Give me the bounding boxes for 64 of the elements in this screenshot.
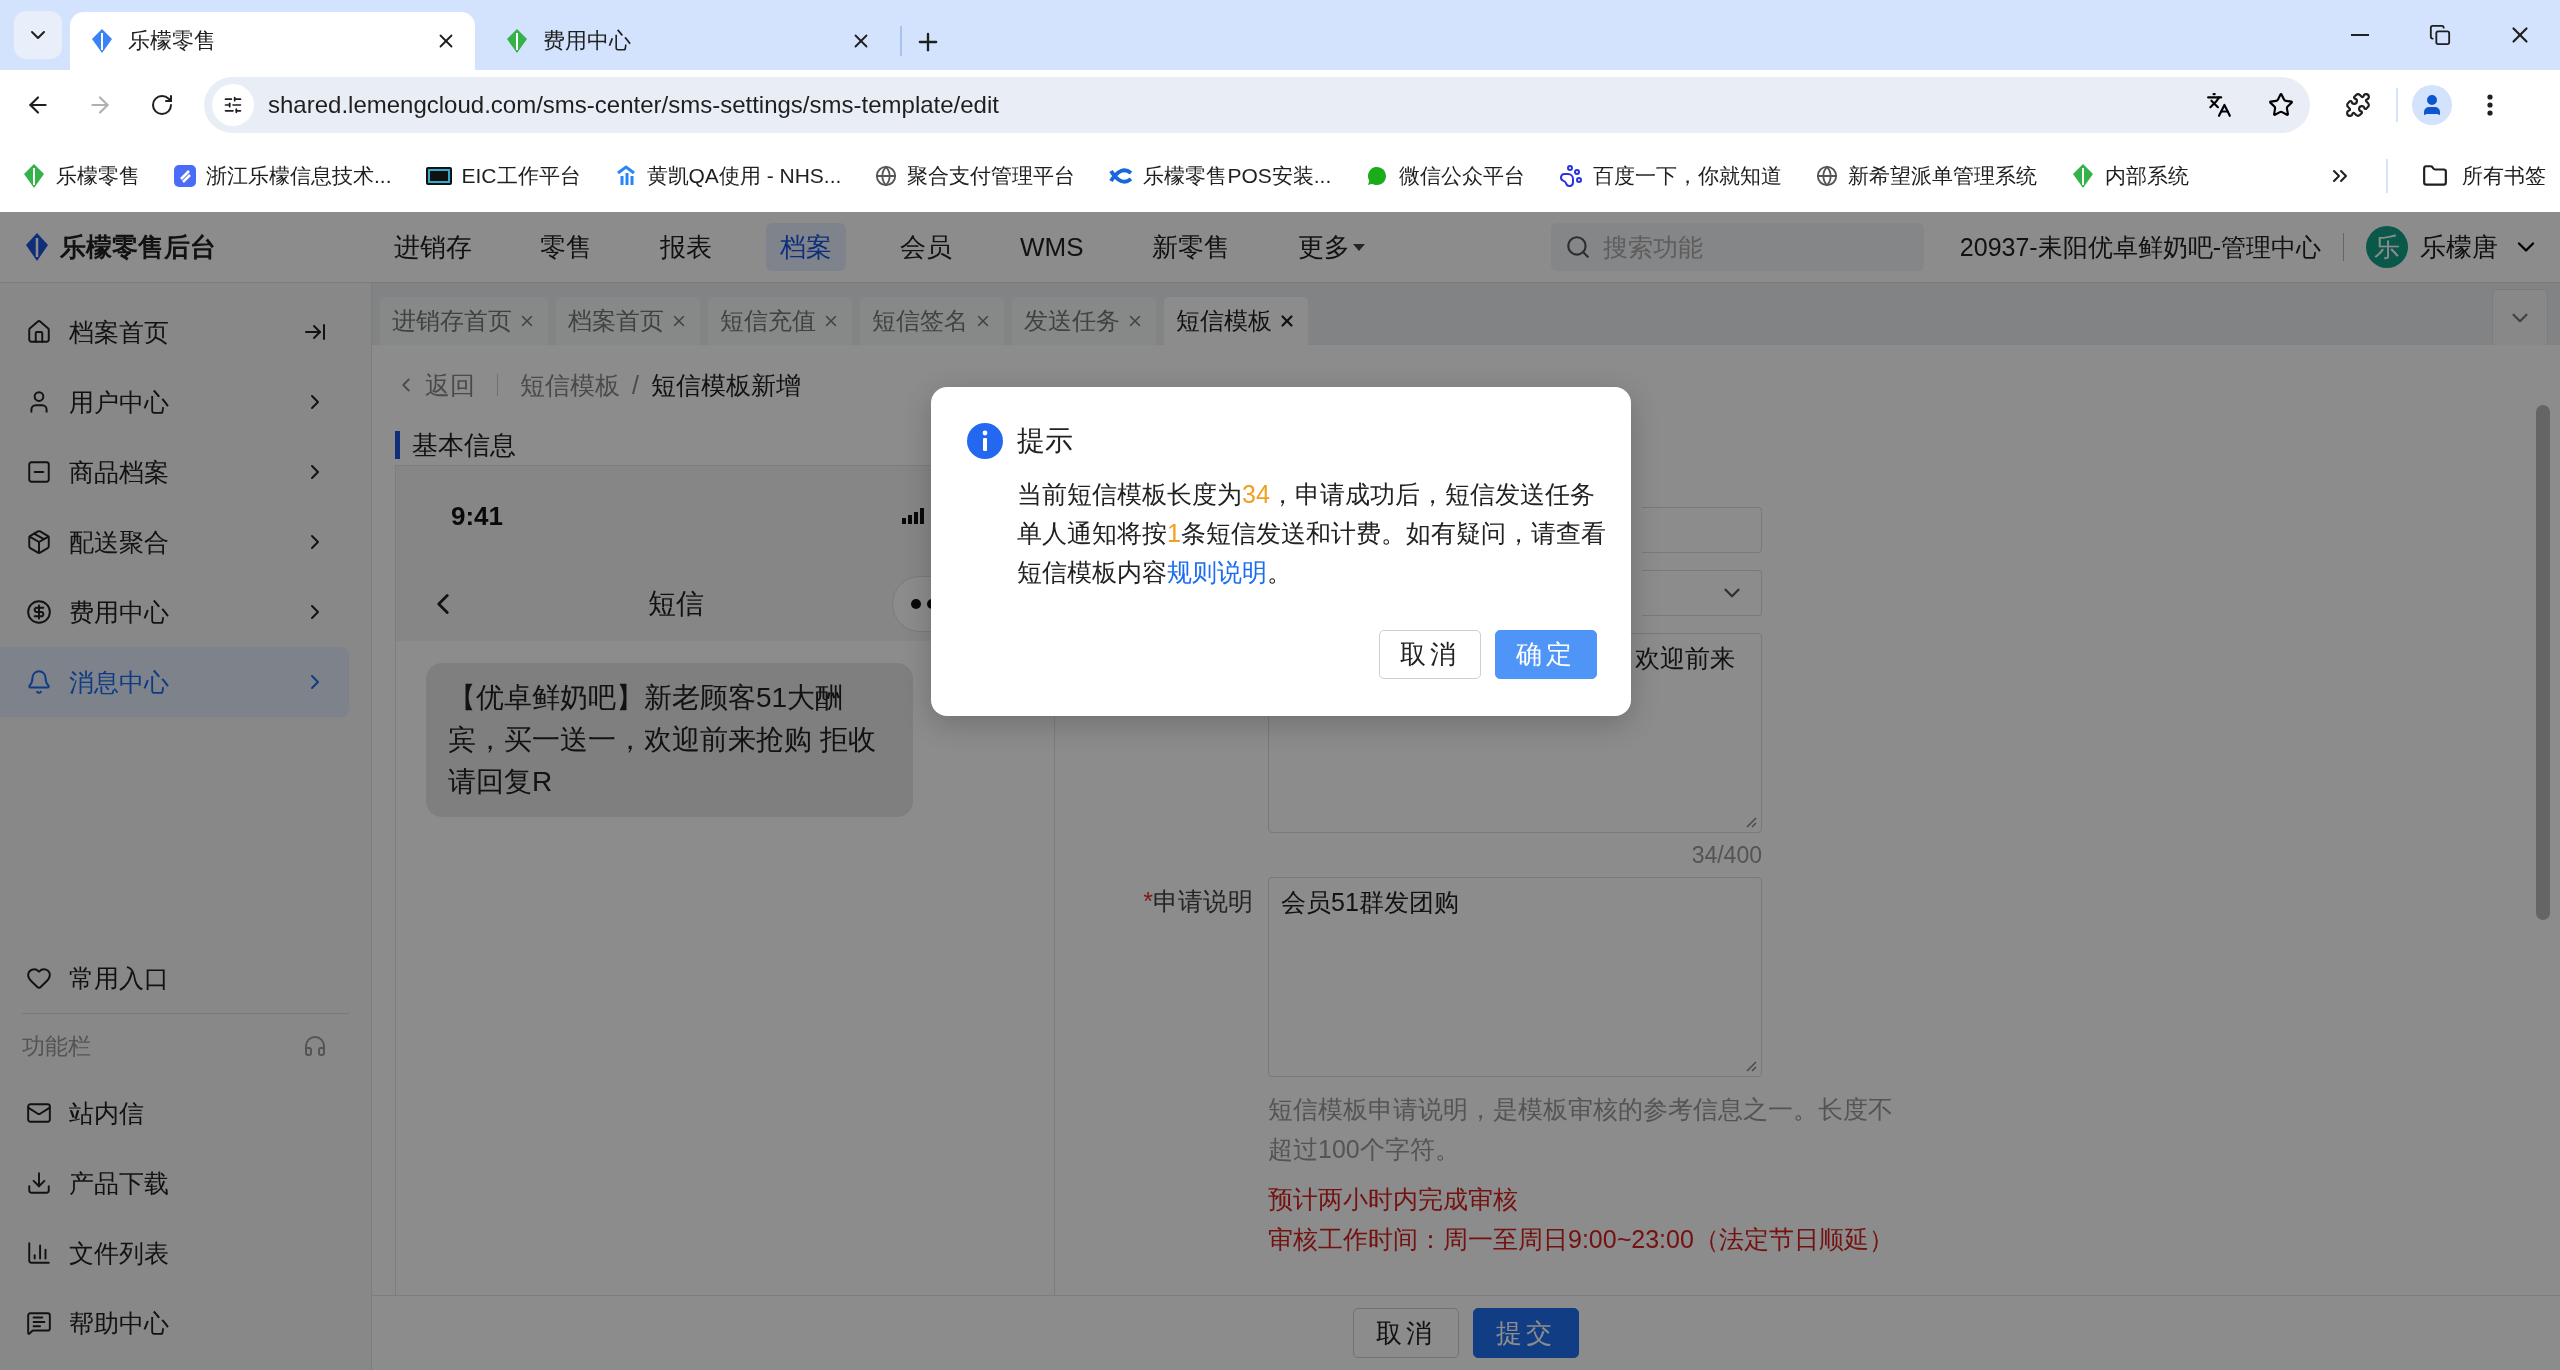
dialog-message: 当前短信模板长度为34，申请成功后，短信发送任务单人通知将按1条短信发送和计费。如有疑问，请查看短信模板内容规则说明。 [1017, 479, 1607, 588]
store-name: 20937-耒阳优卓鲜奶吧-管理中心 [1959, 231, 2321, 263]
nav-item[interactable]: 新零售 [1137, 223, 1244, 271]
browser-tab[interactable]: 费用中心 [485, 12, 890, 70]
sidebar-item[interactable]: 用户中心 [0, 367, 349, 437]
nav-item[interactable]: 零售 [526, 223, 606, 271]
section-title: 基本信息 [412, 428, 516, 462]
char-counter: 34/400 [1691, 841, 1762, 870]
bookmark-link[interactable]: 黄凯QA使用 - NHS... [614, 162, 842, 190]
breadcrumb-separator: / [632, 370, 639, 400]
submit-button[interactable]: 提交 [1473, 1308, 1579, 1358]
bookmark-link[interactable]: 聚合支付管理平台 [875, 162, 1076, 190]
notice-text: 预计两小时内完成审核 [1268, 1184, 1519, 1215]
field-label: *申请说明 [1143, 886, 1254, 917]
dialog-title: 提示 [1017, 424, 1073, 458]
cancel-button[interactable]: 取消 [1353, 1308, 1459, 1358]
page-tab[interactable]: 档案首页 [556, 297, 700, 345]
tab-title: 乐檬零售 [128, 27, 217, 55]
bookmark-link[interactable]: EIC工作平台 [425, 162, 581, 190]
page-tab[interactable]: 发送任务 [1012, 297, 1156, 345]
tab-title: 费用中心 [543, 27, 632, 55]
page-tab[interactable]: 短信签名 [860, 297, 1004, 345]
nav-item[interactable]: 进销存 [380, 223, 486, 271]
sidebar-item[interactable]: 配送聚合 [0, 507, 349, 577]
browser-tab[interactable]: 乐檬零售 [70, 12, 475, 70]
bookmark-link[interactable]: 百度一下，你就知道 [1559, 162, 1783, 190]
nav-item[interactable]: 会员 [886, 223, 966, 271]
reason-textarea[interactable]: 会员51群发团购 [1268, 877, 1762, 1077]
nav-item[interactable]: 档案 [766, 223, 846, 271]
sidebar-item[interactable]: 档案首页 [0, 297, 349, 367]
rules-link[interactable]: 规则说明 [1167, 558, 1267, 586]
sidebar-item[interactable]: 文件列表 [0, 1218, 349, 1288]
breadcrumb-current: 短信模板新增 [650, 369, 801, 401]
page-tab[interactable]: 短信模板 [1164, 297, 1308, 345]
page-tab[interactable]: 短信充值 [708, 297, 852, 345]
nav-item[interactable]: WMS [1006, 223, 1098, 271]
bookmark-link[interactable]: 浙江乐檬信息技术... [174, 162, 392, 190]
more-menu[interactable]: 更多 [1283, 229, 1380, 265]
confirm-button[interactable]: 确定 [1495, 630, 1597, 679]
sidebar-item[interactable]: 产品下载 [0, 1148, 349, 1218]
message-bubble: 【优卓鲜奶吧】新老顾客51大酬宾，买一送一，欢迎前来抢购 拒收请回复R [426, 663, 913, 817]
bookmark-link[interactable]: 微信公众平台 [1365, 162, 1526, 190]
bookmark-link[interactable]: 乐檬零售 [22, 162, 140, 190]
sidebar-item[interactable]: 常用入口 [0, 943, 349, 1013]
nav-item[interactable]: 报表 [646, 223, 726, 271]
status-time: 9:41 [451, 500, 504, 532]
brand-name: 乐檬零售后台 [60, 230, 217, 264]
phone-title: 短信 [647, 586, 705, 621]
bookmark-folder[interactable]: 所有书签 [2422, 162, 2546, 190]
bookmark-link[interactable]: 乐檬零售POS安装... [1109, 162, 1332, 190]
user-avatar: 乐 [2366, 226, 2408, 268]
notice-text: 审核工作时间：周一至周日9:00~23:00（法定节日顺延） [1268, 1224, 1895, 1255]
cancel-button[interactable]: 取消 [1379, 630, 1481, 679]
url-text: shared.lemengcloud.com/sms-center/sms-settings/sms-template/edit [268, 91, 1000, 119]
sidebar-item[interactable]: 站内信 [0, 1078, 349, 1148]
hint-text: 短信模板申请说明，是模板审核的参考信息之一。长度不超过100个字符。 [1268, 1094, 1894, 1165]
address-bar[interactable]: shared.lemengcloud.com/sms-center/sms-settings/sms-template/edit [204, 77, 2310, 133]
sidebar-item[interactable]: 费用中心 [0, 577, 349, 647]
sidebar-item[interactable]: 帮助中心 [0, 1288, 349, 1358]
bookmark-link[interactable]: 内部系统 [2071, 162, 2190, 190]
page-tab[interactable]: 进销存首页 [380, 297, 548, 345]
user-name: 乐檬唐 [2420, 230, 2498, 264]
sidebar-item[interactable]: 商品档案 [0, 437, 349, 507]
bookmark-link[interactable]: 新希望派单管理系统 [1816, 162, 2038, 190]
